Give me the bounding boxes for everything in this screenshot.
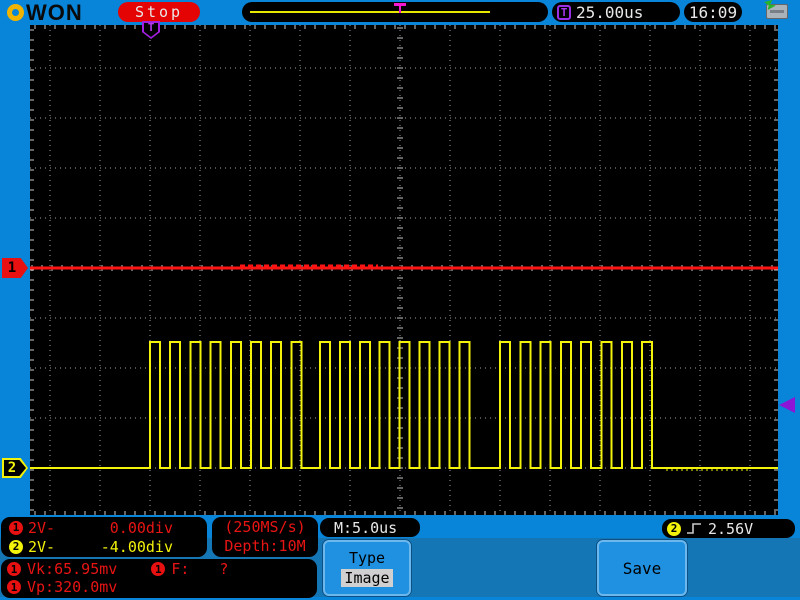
trigger-position-marker-stem [399, 6, 401, 13]
measure-vp-badge: 1 [7, 580, 21, 594]
clock: 16:09 [684, 2, 742, 22]
channel1-position-marker[interactable]: 1 [2, 258, 28, 278]
channel2-badge: 2 [9, 539, 23, 554]
channel2-info-row: 2 2V- -4.00div [9, 537, 199, 556]
measurement-panel: 1 Vk:65.95mv 1 F: ? 1 Vp:320.0mv [1, 559, 317, 598]
type-value: Image [341, 569, 393, 587]
measure-f-value: ? [219, 560, 229, 578]
channel2-scale: 2V- [28, 537, 56, 556]
trigger-source-badge: 2 [667, 521, 681, 536]
trigger-offset-readout: T 25.00us [552, 2, 680, 22]
trigger-level-arrow-icon[interactable] [779, 397, 795, 413]
owon-logo-text: WON [26, 0, 83, 25]
owon-logo-ring-icon [7, 4, 24, 21]
channel-info-panel: 1 2V- 0.00div 2 2V- -4.00div [1, 517, 207, 557]
oscilloscope-screen: WON Stop T 25.00us 16:09 T 1 2 1 2V- 0.0… [0, 0, 800, 600]
measure-f-badge: 1 [151, 562, 166, 576]
save-button[interactable]: Save [597, 540, 687, 596]
memory-depth: Depth:10M [224, 537, 306, 555]
channel1-offset: 0.00div [109, 518, 173, 537]
measure-vp: Vp:320.0mv [27, 578, 118, 596]
trigger-level-value: 2.56V [708, 519, 754, 538]
memory-window-line [250, 11, 490, 13]
owon-logo: WON [7, 0, 83, 25]
timebase-readout: M:5.0us [320, 518, 420, 537]
rising-edge-icon [687, 523, 701, 534]
trigger-icon: T [557, 4, 571, 20]
channel1-scale: 2V- [28, 518, 56, 537]
acquisition-status-badge: Stop [118, 2, 200, 22]
save-label: Save [622, 558, 662, 578]
measure-vk: Vk:65.95mv [27, 560, 118, 578]
channel2-offset: -4.00div [100, 537, 173, 556]
graticule-and-traces [30, 25, 778, 515]
channel2-position-marker[interactable]: 2 [2, 458, 28, 478]
waveform-display-area [30, 25, 778, 515]
channel1-badge: 1 [9, 520, 23, 535]
trigger-offset-value: 25.00us [576, 2, 644, 22]
type-image-button[interactable]: Type Image [323, 540, 411, 596]
sample-rate: (250MS/s) [224, 518, 306, 536]
trigger-level-readout: 2 2.56V [662, 519, 795, 538]
measurement-row-1: 1 Vk:65.95mv 1 F: ? [7, 560, 311, 578]
acquisition-info-panel: (250MS/s) Depth:10M [212, 517, 318, 557]
measurement-row-2: 1 Vp:320.0mv [7, 578, 311, 596]
memory-position-bar[interactable] [242, 2, 548, 22]
measure-vk-badge: 1 [7, 562, 21, 576]
measure-frequency-group: 1 F: ? [151, 560, 228, 578]
measure-f-label: F: [171, 560, 190, 578]
type-label: Type [348, 549, 386, 567]
channel1-info-row: 1 2V- 0.00div [9, 518, 199, 537]
